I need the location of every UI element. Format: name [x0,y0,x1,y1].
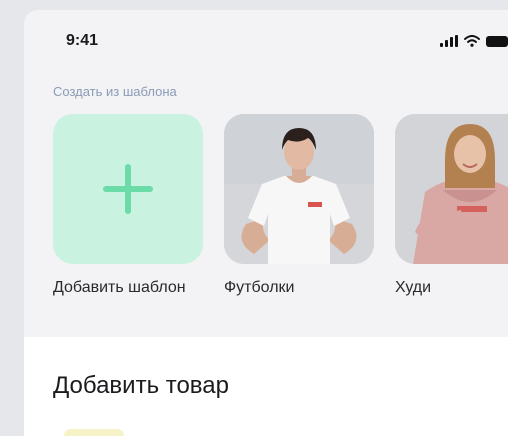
add-product-section: Добавить товар [24,337,508,436]
template-carousel: Добавить шаблон Футболки Худи [53,114,508,300]
status-icons [440,34,508,48]
status-time: 9:41 [66,32,99,49]
template-label: Добавить шаблон [53,279,186,296]
add-product-partial-element [64,429,124,436]
template-card-add[interactable]: Добавить шаблон [53,114,203,300]
templates-caption: Создать из шаблона [53,84,177,99]
tshirt-illustration [224,114,374,264]
template-label: Футболки [224,279,295,296]
template-label: Худи [395,279,432,296]
wifi-icon [464,35,480,47]
hoodie-model-photo[interactable] [395,114,508,264]
signal-icon [440,35,458,47]
template-card-hoodies[interactable]: Худи [395,114,508,300]
plus-icon [103,164,153,214]
template-card-tshirts[interactable]: Футболки [224,114,374,300]
hoodie-illustration [395,114,508,264]
add-product-title: Добавить товар [53,372,229,399]
status-bar: 9:41 [24,10,508,70]
tshirt-model-photo[interactable] [224,114,374,264]
app-screen: 9:41 Создать из шаблона Добавить шаблон [24,10,508,436]
battery-icon [486,35,508,47]
add-template-tile[interactable] [53,114,203,264]
